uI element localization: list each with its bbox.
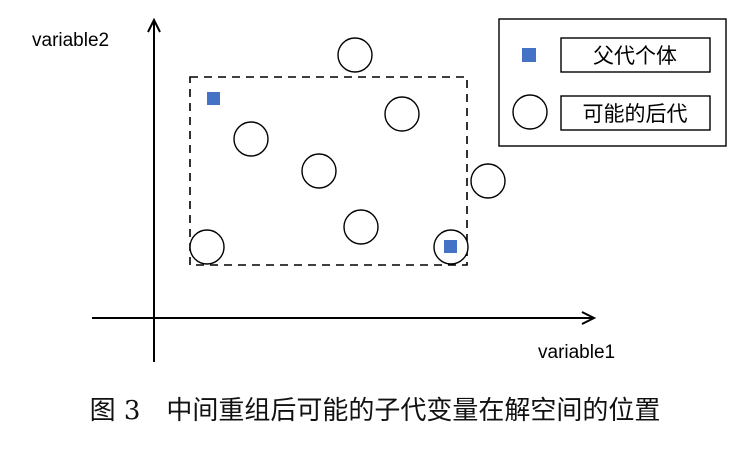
legend-parent-label: 父代个体 bbox=[593, 44, 677, 68]
offspring-circle bbox=[343, 209, 379, 245]
legend: 父代个体 可能的后代 bbox=[498, 18, 727, 147]
x-axis-label: variable1 bbox=[538, 342, 615, 363]
offspring-circle bbox=[189, 229, 225, 265]
parent-marker bbox=[207, 92, 220, 105]
offspring-circle bbox=[337, 37, 373, 73]
parent-marker bbox=[444, 240, 457, 253]
figure-number: 图 3 bbox=[89, 396, 141, 426]
offspring-circle bbox=[233, 121, 269, 157]
offspring-circle bbox=[470, 163, 506, 199]
legend-offspring-label: 可能的后代 bbox=[583, 102, 688, 126]
figure-caption: 图 3 中间重组后可能的子代变量在解空间的位置 bbox=[0, 390, 750, 427]
offspring-group bbox=[189, 37, 506, 265]
y-axis-label: variable2 bbox=[32, 30, 109, 51]
figure-caption-text: 中间重组后可能的子代变量在解空间的位置 bbox=[166, 396, 661, 426]
offspring-circle bbox=[301, 153, 337, 189]
legend-parent-marker bbox=[522, 48, 536, 62]
legend-offspring-marker bbox=[512, 94, 548, 130]
offspring-circle bbox=[384, 96, 420, 132]
